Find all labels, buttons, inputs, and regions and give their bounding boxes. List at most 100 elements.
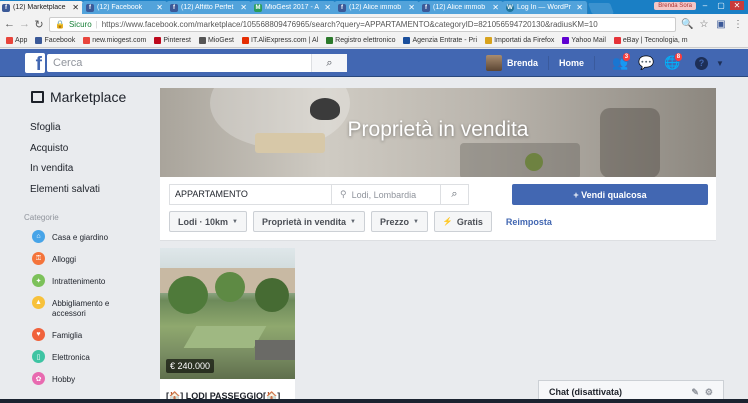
browser-tab[interactable]: f (12) Alice immob ✕	[334, 1, 420, 14]
category-item[interactable]: ♥ Famiglia	[32, 328, 142, 341]
query-input[interactable]: APPARTAMENTO	[170, 185, 332, 204]
category-label: Intrattenimento	[52, 277, 106, 286]
bookmark-label: Facebook	[44, 37, 76, 44]
search-input[interactable]: Cerca ⌕	[47, 54, 347, 72]
search-icon: ⌕	[451, 188, 458, 200]
bookmark-favicon-icon	[242, 37, 249, 44]
url-field[interactable]: 🔒 Sicuro | https://www.facebook.com/mark…	[49, 16, 676, 32]
category-item[interactable]: ⌂ Casa e giardino	[32, 230, 142, 243]
price-filter[interactable]: Prezzo ▼	[370, 211, 428, 232]
sidebar-nav-item[interactable]: Sfoglia	[30, 121, 100, 142]
search-icon: ⌕	[326, 56, 333, 69]
close-tab-icon[interactable]: ✕	[72, 3, 79, 12]
bookmark-item[interactable]: Agenzia Entrate - Pri	[400, 37, 480, 44]
messenger-icon[interactable]: 💬	[635, 54, 657, 72]
search-button[interactable]: ⌕	[311, 54, 347, 72]
category-list: ⌂ Casa e giardino ⚿ Alloggi ✦ Intrattenimento…	[32, 230, 142, 394]
browser-tab[interactable]: f (12) Marketplace ✕	[0, 1, 84, 14]
bookmark-label: Importati da Firefox	[494, 37, 555, 44]
bookmark-favicon-icon	[485, 37, 493, 44]
bookmark-item[interactable]: Yahoo Mail	[559, 37, 609, 44]
window-controls: Brenda Sora – ▢ ✕	[654, 1, 744, 10]
bookmark-item[interactable]: Registro elettronico	[323, 37, 398, 44]
sidebar-nav-item[interactable]: In vendita	[30, 162, 100, 183]
sell-something-button[interactable]: + Vendi qualcosa	[512, 184, 708, 205]
filter-label: Lodi · 10km	[178, 216, 229, 227]
hobby-icon: ✿	[32, 372, 45, 385]
browser-tab[interactable]: f (12) Alice immob ✕	[418, 1, 504, 14]
close-tab-icon[interactable]: ✕	[576, 3, 583, 12]
gear-icon[interactable]: ⚙	[705, 387, 713, 398]
category-item[interactable]: ✿ Hobby	[32, 372, 142, 385]
window-close-icon[interactable]: ✕	[730, 1, 744, 10]
location-radius-filter[interactable]: Lodi · 10km ▼	[169, 211, 247, 232]
new-tab-button[interactable]	[587, 3, 615, 14]
bookmark-label: Registro elettronico	[335, 37, 396, 44]
marketplace-search-button[interactable]: ⌕	[440, 185, 468, 204]
tab-title: (12) Affitto Perfet	[181, 4, 234, 11]
minimize-icon[interactable]: –	[698, 1, 712, 10]
back-icon[interactable]: ←	[4, 18, 15, 30]
bookmark-label: eBay | Tecnologia, m	[622, 37, 688, 44]
category-item[interactable]: ⚿ Alloggi	[32, 252, 142, 265]
reload-icon[interactable]: ↻	[34, 18, 44, 31]
location-input[interactable]: ⚲ Lodi, Lombardia	[332, 189, 440, 200]
help-icon[interactable]: ?	[695, 56, 709, 70]
sidebar-nav-item[interactable]: Elementi salvati	[30, 183, 100, 204]
browser-tab[interactable]: W Log In — WordPr ✕	[502, 1, 588, 14]
photo-tree	[255, 278, 289, 312]
category-item[interactable]: ▯ Elettronica	[32, 350, 142, 363]
bookmark-item[interactable]: App	[3, 37, 30, 44]
marketplace-heading[interactable]: Marketplace	[31, 89, 126, 105]
extension-icon[interactable]: ▣	[715, 19, 727, 30]
menu-kebab-icon[interactable]: ⋮	[732, 19, 744, 30]
wordpress-favicon-icon: W	[506, 3, 514, 12]
bookmark-item[interactable]: eBay | Tecnologia, m	[611, 37, 691, 44]
browser-tab[interactable]: M MioGest 2017 - A ✕	[250, 1, 336, 14]
bookmark-item[interactable]: MioGest	[196, 37, 237, 44]
filter-label: Proprietà in vendita	[261, 216, 346, 227]
close-tab-icon[interactable]: ✕	[492, 3, 499, 12]
sidebar-nav-item[interactable]: Acquisto	[30, 142, 100, 163]
free-filter[interactable]: ⚡ Gratis	[433, 211, 492, 232]
profile-link[interactable]: Brenda	[507, 58, 538, 68]
reset-link[interactable]: Reimposta	[506, 217, 552, 227]
close-tab-icon[interactable]: ✕	[408, 3, 415, 12]
bookmark-item[interactable]: Pinterest	[151, 37, 194, 44]
close-tab-icon[interactable]: ✕	[324, 3, 331, 12]
os-taskbar	[0, 399, 748, 403]
close-tab-icon[interactable]: ✕	[240, 3, 247, 12]
home-link[interactable]: Home	[559, 58, 584, 68]
notifications-globe-icon[interactable]: 🌐 8	[661, 52, 684, 72]
bookmark-item[interactable]: new.miogest.com	[80, 37, 149, 44]
listing-card[interactable]: € 240.000 [🏠] LODI PASSEGGIO[🏠]	[160, 248, 295, 403]
tab-title: (12) Alice immob	[349, 4, 402, 11]
category-item[interactable]: ✦ Intrattenimento	[32, 274, 142, 287]
profile-chip[interactable]: Brenda Sora	[654, 1, 696, 10]
filter-label: Gratis	[456, 216, 483, 227]
bookmark-item[interactable]: IT.AliExpress.com | Al	[239, 37, 321, 44]
bookmark-label: Yahoo Mail	[571, 37, 606, 44]
facebook-logo-icon[interactable]: f	[25, 53, 45, 73]
account-menu-chevron-icon[interactable]: ▼	[716, 59, 724, 68]
close-tab-icon[interactable]: ✕	[156, 3, 163, 12]
star-bookmark-icon[interactable]: ☆	[698, 19, 710, 30]
zoom-icon[interactable]: 🔍	[681, 19, 693, 30]
browser-tab[interactable]: f (12) Affitto Perfet ✕	[166, 1, 252, 14]
category-label: Elettronica	[52, 353, 90, 362]
category-filter[interactable]: Proprietà in vendita ▼	[252, 211, 365, 232]
bookmark-item[interactable]: Facebook	[32, 37, 78, 44]
compose-icon[interactable]: ✎	[691, 387, 699, 398]
category-item[interactable]: ▲ Abbigliamento e accessori	[32, 296, 142, 319]
photo-tree	[168, 276, 208, 314]
browser-tab[interactable]: f (12) Facebook ✕	[82, 1, 168, 14]
category-label: Abbigliamento e accessori	[52, 299, 110, 318]
maximize-icon[interactable]: ▢	[714, 1, 728, 10]
banner-decor	[310, 98, 340, 120]
bookmark-label: IT.AliExpress.com | Al	[251, 37, 319, 44]
friend-requests-icon[interactable]: 👥 3	[609, 52, 632, 72]
avatar[interactable]	[486, 55, 502, 71]
banner-title: Proprietà in vendita	[347, 118, 529, 141]
forward-icon[interactable]: →	[19, 18, 30, 30]
bookmark-item[interactable]: Importati da Firefox	[482, 37, 557, 44]
